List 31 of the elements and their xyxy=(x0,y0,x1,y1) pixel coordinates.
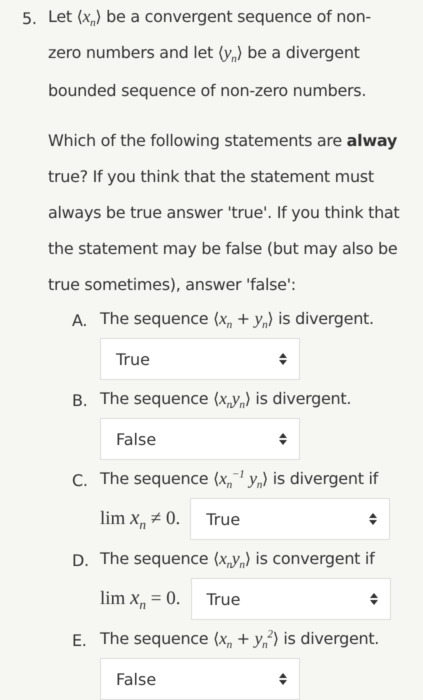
condition-formula: lim x$_{n}$ = 0. xyxy=(100,585,180,613)
answer-select[interactable]: True xyxy=(190,578,390,620)
statement-letter: E. xyxy=(72,630,88,650)
question-line: bounded sequence of non-zero numbers. xyxy=(48,80,366,100)
instruction-line: the statement may be false (but may also be xyxy=(48,238,398,258)
statement-text: The sequence ⟨x$_{n}$y$_{n}$⟩ is convergent if xyxy=(100,548,374,572)
updown-icon xyxy=(369,513,378,525)
updown-icon xyxy=(279,673,287,685)
updown-icon xyxy=(279,433,287,445)
statement-text: The sequence ⟨x$_{n}$y$_{n}$⟩ is divergent. xyxy=(100,388,352,412)
statement-text: The sequence ⟨x$_{n}$ + y$_{n}$⟩ is divergent. xyxy=(100,308,374,332)
updown-icon xyxy=(370,593,378,605)
statement-text: The sequence ⟨x$_{n}$ + y$_{n}$$^{2}$⟩ is divergent. xyxy=(100,628,380,652)
question-line: zero numbers and let ⟨y$_{n}$⟩ be a divergent xyxy=(48,42,360,66)
instruction-line: true sometimes), answer 'false': xyxy=(48,274,296,294)
statement-letter: D. xyxy=(72,550,90,570)
answer-select[interactable]: False xyxy=(100,658,300,700)
instruction-line: Which of the following statements are alway xyxy=(48,130,397,150)
answer-select[interactable]: False xyxy=(100,418,300,460)
instruction-line: always be true answer 'true'. If you think that xyxy=(48,202,400,222)
statement-letter: C. xyxy=(72,470,89,490)
statement-letter: B. xyxy=(72,390,88,410)
answer-select[interactable]: True xyxy=(100,338,300,380)
question-line: Let ⟨x$_{n}$⟩ be a convergent sequence of non- xyxy=(48,6,371,30)
updown-icon xyxy=(279,353,287,365)
statement-text: The sequence ⟨x$_{n}$$^{−1}$ y$_{n}$⟩ is divergent if xyxy=(100,468,378,492)
answer-select[interactable]: True xyxy=(190,498,390,540)
instruction-line: true? If you think that the statement must xyxy=(48,166,374,186)
statement-letter: A. xyxy=(72,310,88,330)
condition-formula: lim x$_{n}$ ≠ 0. xyxy=(100,505,180,533)
question-number: 5. xyxy=(22,8,38,28)
